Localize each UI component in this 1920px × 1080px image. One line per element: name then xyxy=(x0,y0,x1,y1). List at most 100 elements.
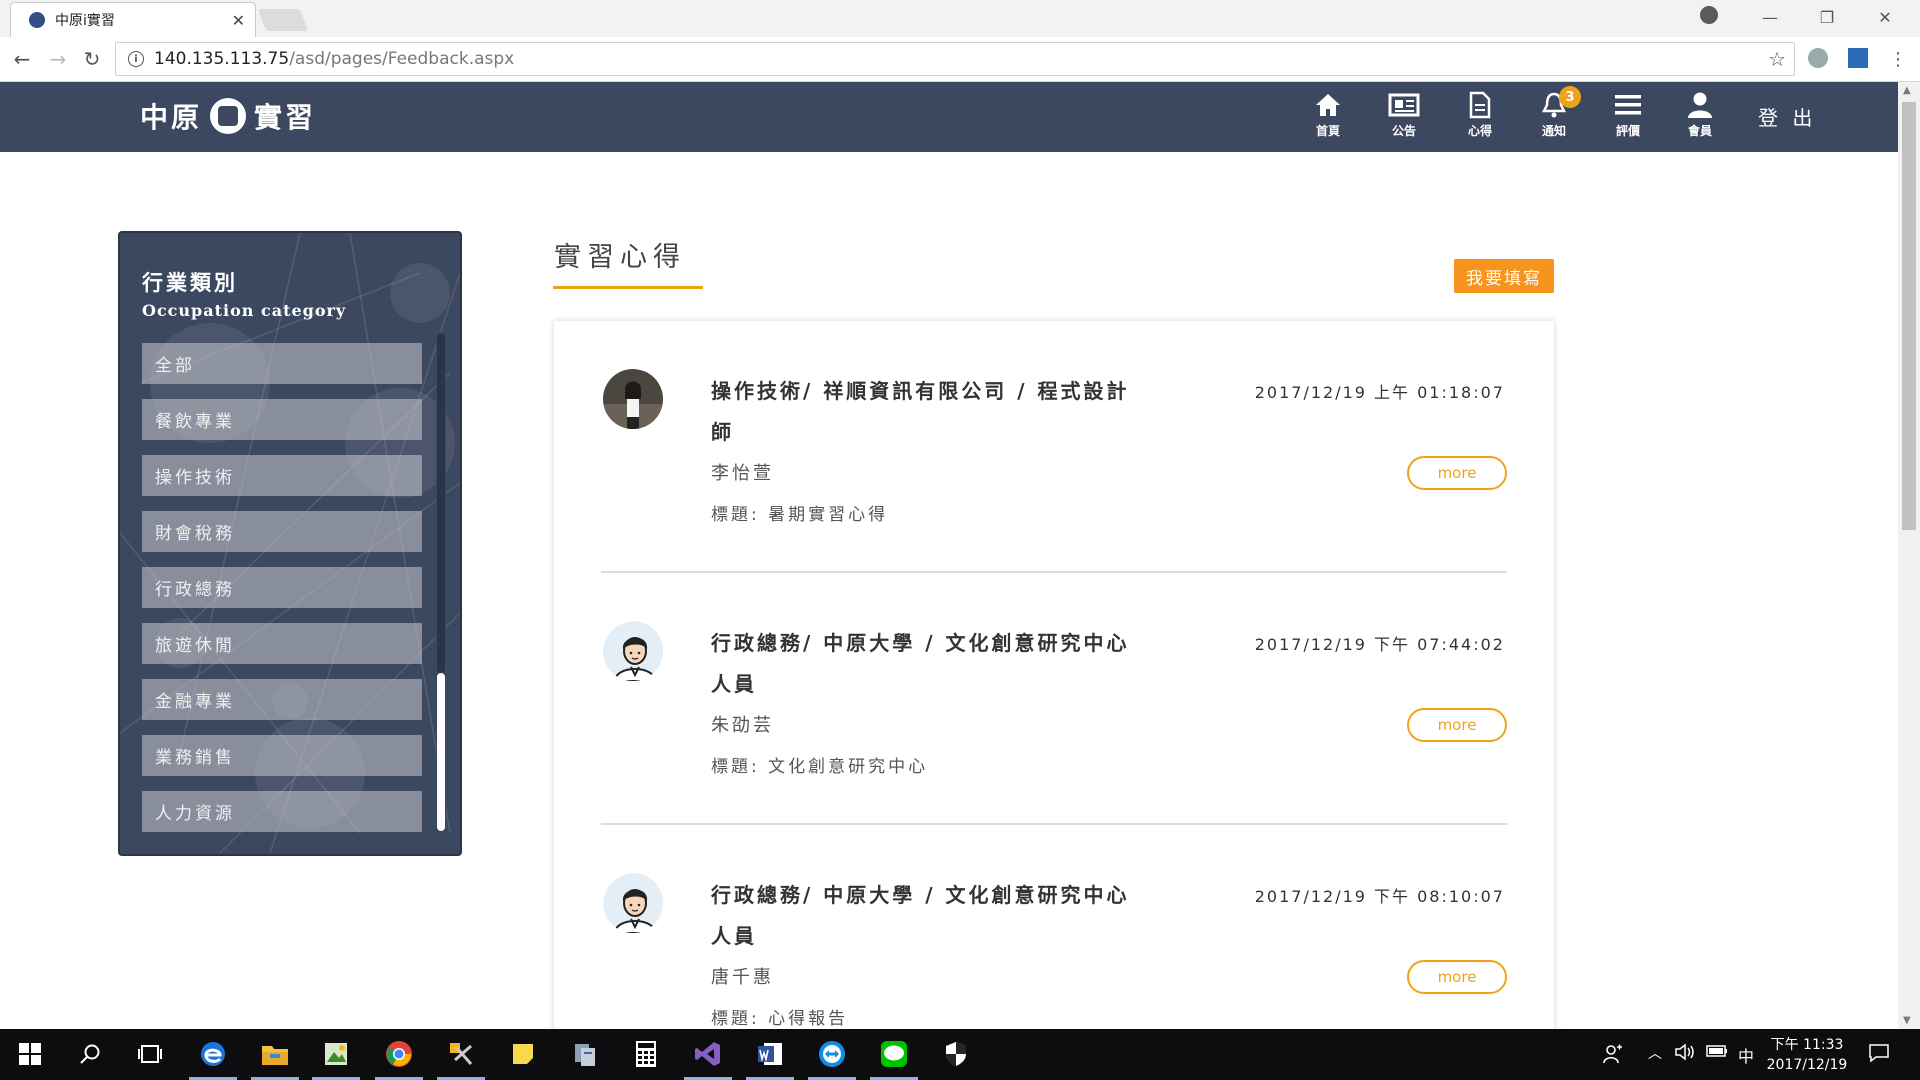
visual-studio-icon[interactable] xyxy=(692,1038,724,1070)
logo-emblem-icon xyxy=(210,98,247,134)
nav-ratings[interactable]: 評價 xyxy=(1598,90,1658,139)
tray-chevron-up-icon[interactable]: ︿ xyxy=(1648,1043,1662,1063)
sidebar-subtitle: Occupation category xyxy=(142,301,347,320)
entry-subject: 標題: 暑期實習心得 xyxy=(711,505,889,525)
profile-icon[interactable] xyxy=(1700,6,1718,24)
new-tab-button[interactable] xyxy=(257,9,309,31)
category-item-sales[interactable]: 業務銷售 xyxy=(142,735,422,776)
file-explorer-icon[interactable] xyxy=(259,1038,291,1070)
tab-title: 中原i實習 xyxy=(55,13,115,29)
taskbar-clock[interactable]: 下午 11:33 2017/12/19 xyxy=(1762,1035,1852,1075)
category-item-finance[interactable]: 金融專業 xyxy=(142,679,422,720)
nav-home-label: 首頁 xyxy=(1315,124,1340,138)
user-icon xyxy=(1687,90,1713,120)
chrome-icon[interactable] xyxy=(383,1038,415,1070)
calculator-icon[interactable] xyxy=(630,1038,662,1070)
logo-text-left: 中原 xyxy=(140,101,203,134)
page-title: 實習心得 xyxy=(554,242,686,273)
bookmark-star-icon[interactable]: ☆ xyxy=(1768,47,1786,71)
edge-browser-icon[interactable] xyxy=(197,1038,229,1070)
category-sidebar: 行業類別 Occupation category 全部 餐飲專業 操作技術 財會… xyxy=(118,231,462,856)
bell-icon: 3 xyxy=(1541,86,1581,120)
more-button[interactable]: more xyxy=(1407,456,1507,490)
volume-icon[interactable] xyxy=(1674,1043,1696,1065)
tools-icon[interactable] xyxy=(445,1038,477,1070)
home-icon xyxy=(1314,90,1342,120)
write-feedback-button[interactable]: 我要填寫 xyxy=(1454,259,1554,293)
avatar xyxy=(603,873,663,933)
nav-notifications[interactable]: 3 通知 xyxy=(1524,86,1584,139)
extension-icon[interactable] xyxy=(1808,48,1828,68)
nav-member[interactable]: 會員 xyxy=(1670,90,1730,139)
close-window-icon[interactable]: ✕ xyxy=(1858,0,1912,34)
menu-icon xyxy=(1614,90,1642,120)
more-button[interactable]: more xyxy=(1407,708,1507,742)
entry-heading[interactable]: 行政總務/ 中原大學 / 文化創意研究中心人員 xyxy=(711,875,1151,957)
category-list: 全部 餐飲專業 操作技術 財會稅務 行政總務 旅遊休閒 金融專業 業務銷售 人力… xyxy=(142,343,422,847)
address-bar-row: ← → ↻ i 140.135.113.75/asd/pages/Feedbac… xyxy=(0,37,1920,82)
action-center-icon[interactable] xyxy=(1868,1043,1890,1067)
extension-icon[interactable] xyxy=(1848,48,1868,68)
task-view-icon[interactable] xyxy=(134,1038,166,1070)
page-scroll-thumb[interactable] xyxy=(1902,102,1916,530)
entry-heading[interactable]: 操作技術/ 祥順資訊有限公司 / 程式設計師 xyxy=(711,371,1151,453)
entry-subject: 標題: 文化創意研究中心 xyxy=(711,757,929,777)
image-viewer-icon[interactable] xyxy=(320,1038,352,1070)
entry-heading[interactable]: 行政總務/ 中原大學 / 文化創意研究中心人員 xyxy=(711,623,1151,705)
browser-menu-icon[interactable]: ⋮ xyxy=(1884,45,1912,73)
category-item-hr[interactable]: 人力資源 xyxy=(142,791,422,832)
nav-feedback[interactable]: 心得 xyxy=(1450,90,1510,139)
avatar xyxy=(603,369,663,429)
browser-tab[interactable]: 中原i實習 ✕ xyxy=(10,2,256,37)
nav-member-label: 會員 xyxy=(1687,124,1712,138)
scroll-up-arrow-icon[interactable]: ▲ xyxy=(1903,85,1911,96)
category-item-technical[interactable]: 操作技術 xyxy=(142,455,422,496)
input-method-indicator[interactable]: 中 xyxy=(1738,1043,1754,1067)
category-item-accounting[interactable]: 財會稅務 xyxy=(142,511,422,552)
reload-icon[interactable]: ↻ xyxy=(78,45,106,73)
server-manager-icon[interactable] xyxy=(569,1038,601,1070)
category-item-travel[interactable]: 旅遊休閒 xyxy=(142,623,422,664)
title-underline xyxy=(553,286,703,289)
sidebar-scrollbar[interactable] xyxy=(436,333,446,833)
nav-announcements[interactable]: 公告 xyxy=(1374,90,1434,139)
notification-badge: 3 xyxy=(1559,86,1581,108)
search-icon[interactable] xyxy=(74,1038,106,1070)
sticky-notes-icon[interactable] xyxy=(507,1038,539,1070)
word-icon[interactable] xyxy=(754,1038,786,1070)
teamviewer-icon[interactable] xyxy=(816,1038,848,1070)
line-app-icon[interactable] xyxy=(878,1038,910,1070)
sidebar-scroll-thumb[interactable] xyxy=(437,673,445,831)
nav-home[interactable]: 首頁 xyxy=(1298,90,1358,139)
clock-time: 下午 11:33 xyxy=(1770,1037,1844,1053)
restore-icon[interactable]: ❐ xyxy=(1800,0,1854,34)
back-arrow-icon[interactable]: ← xyxy=(8,45,36,73)
site-logo[interactable]: 中原 實習 xyxy=(140,96,316,136)
logout-link[interactable]: 登 出 xyxy=(1758,102,1816,131)
url-host: 140.135.113.75 xyxy=(154,49,290,69)
newspaper-icon xyxy=(1388,90,1420,120)
category-item-administration[interactable]: 行政總務 xyxy=(142,567,422,608)
url-input[interactable]: i 140.135.113.75/asd/pages/Feedback.aspx… xyxy=(115,42,1795,76)
sidebar-scroll-track xyxy=(437,333,445,673)
forward-arrow-icon[interactable]: → xyxy=(44,45,72,73)
page-scrollbar[interactable]: ▲ ▼ xyxy=(1898,82,1920,1029)
scroll-down-arrow-icon[interactable]: ▼ xyxy=(1903,1015,1911,1026)
taskbar: ︿ 中 下午 11:33 2017/12/19 xyxy=(0,1029,1920,1080)
info-icon[interactable]: i xyxy=(128,51,144,67)
windows-start-icon[interactable] xyxy=(14,1038,46,1070)
minimize-icon[interactable]: — xyxy=(1743,0,1797,34)
browser-titlebar: 中原i實習 ✕ — ❐ ✕ xyxy=(0,0,1920,37)
category-item-catering[interactable]: 餐飲專業 xyxy=(142,399,422,440)
security-shield-icon[interactable] xyxy=(940,1038,972,1070)
category-item-all[interactable]: 全部 xyxy=(142,343,422,384)
people-icon[interactable] xyxy=(1602,1043,1624,1069)
document-icon xyxy=(1468,90,1492,120)
entry-author: 唐千惠 xyxy=(711,967,774,988)
nav-ratings-label: 評價 xyxy=(1615,124,1640,138)
battery-icon[interactable] xyxy=(1706,1043,1728,1062)
close-tab-icon[interactable]: ✕ xyxy=(232,11,245,30)
more-button[interactable]: more xyxy=(1407,960,1507,994)
entry-date: 2017/12/19 上午 01:18:07 xyxy=(1254,383,1505,402)
sidebar-title: 行業類別 xyxy=(142,271,238,295)
